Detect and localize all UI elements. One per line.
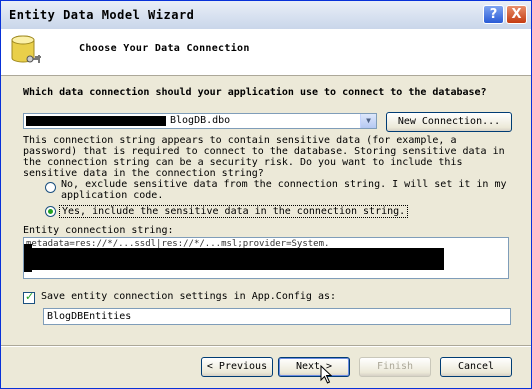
include-sensitive-label[interactable]: Yes, include the sensitive data in the c… xyxy=(59,205,409,218)
connection-select[interactable]: BlogDB.dbo ▼ xyxy=(23,113,377,129)
new-connection-button[interactable]: New Connection... xyxy=(386,112,512,132)
close-button[interactable]: X xyxy=(506,5,527,24)
page-title: Choose Your Data Connection xyxy=(79,43,250,54)
redacted-region xyxy=(26,116,166,126)
window-title: Entity Data Model Wizard xyxy=(9,8,195,22)
include-sensitive-radio[interactable] xyxy=(45,206,56,217)
wizard-window: Entity Data Model Wizard ? X Choose Your… xyxy=(0,0,532,389)
exclude-sensitive-radio[interactable] xyxy=(45,182,56,193)
connection-question: Which data connection should your applic… xyxy=(23,87,487,98)
database-icon xyxy=(11,35,41,63)
cancel-button[interactable]: Cancel xyxy=(440,357,512,377)
connection-select-value: BlogDB.dbo xyxy=(170,115,231,126)
entity-connection-label: Entity connection string: xyxy=(23,225,174,236)
checkmark-icon: ✓ xyxy=(25,290,35,303)
help-button[interactable]: ? xyxy=(483,5,504,24)
entities-name-value: BlogDBEntities xyxy=(47,311,132,322)
entities-name-input[interactable]: BlogDBEntities xyxy=(43,308,511,325)
finish-button[interactable]: Finish xyxy=(359,357,431,377)
redacted-region xyxy=(24,244,32,272)
save-settings-label[interactable]: Save entity connection settings in App.C… xyxy=(41,291,336,302)
footer-divider xyxy=(1,345,531,347)
mouse-cursor-icon xyxy=(320,365,333,384)
next-button[interactable]: Next > xyxy=(278,357,350,377)
entity-connection-string[interactable]: metadata=res://*/...ssdl|res://*/...msl;… xyxy=(23,237,509,279)
exclude-sensitive-label[interactable]: No, exclude sensitive data from the conn… xyxy=(61,179,511,201)
wizard-header: Choose Your Data Connection xyxy=(1,29,531,76)
save-settings-checkbox[interactable]: ✓ xyxy=(23,290,35,304)
previous-button[interactable]: < Previous xyxy=(201,357,273,377)
chevron-down-icon[interactable]: ▼ xyxy=(360,114,376,128)
sensitive-data-warning: This connection string appears to contai… xyxy=(23,135,505,179)
title-bar[interactable]: Entity Data Model Wizard ? X xyxy=(1,1,531,29)
radio-selected-dot xyxy=(48,209,53,214)
redacted-region xyxy=(32,248,444,270)
